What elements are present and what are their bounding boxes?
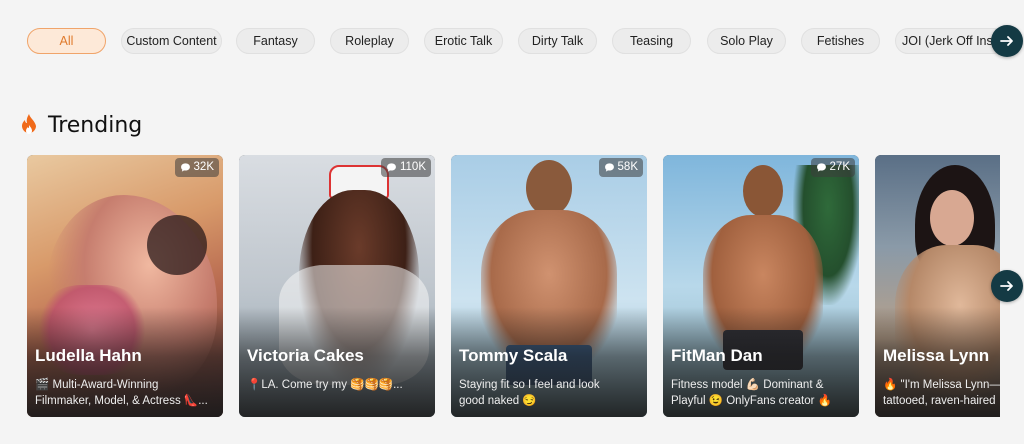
creator-card[interactable]: 32K Ludella Hahn 🎬 Multi-Award-Winning F… (27, 155, 223, 417)
message-count: 110K (380, 158, 431, 177)
chat-bubble-icon (816, 163, 826, 172)
page: All Custom Content Fantasy Roleplay Erot… (0, 0, 1024, 444)
fire-icon (22, 114, 36, 134)
chips-scroll-right-button[interactable] (991, 25, 1023, 57)
count-label: 32K (193, 161, 214, 173)
creator-name: Melissa Lynn (883, 346, 990, 365)
bio-line: Staying fit so I feel and look (459, 379, 600, 391)
count-label: 58K (617, 161, 638, 173)
bio-line: Fitness model 💪🏻 Dominant & (671, 379, 824, 391)
chip-roleplay[interactable]: Roleplay (330, 28, 409, 54)
chip-fetishes[interactable]: Fetishes (801, 28, 880, 54)
creator-bio: 📍LA. Come try my 🥞🥞🥞... (247, 377, 427, 393)
count-label: 110K (399, 161, 426, 173)
message-count: 58K (598, 158, 643, 177)
bio-line: 🎬 Multi-Award-Winning (35, 379, 159, 391)
chip-joi[interactable]: JOI (Jerk Off Inst (895, 28, 1000, 54)
chat-bubble-icon (604, 163, 614, 172)
carousel-scroll-right-button[interactable] (991, 270, 1023, 302)
chip-dirty-talk[interactable]: Dirty Talk (518, 28, 597, 54)
creator-bio: Fitness model 💪🏻 Dominant & Playful 😉 On… (671, 377, 851, 409)
trending-heading: Trending (18, 111, 142, 139)
arrow-right-icon (1000, 36, 1013, 46)
section-title: Trending (48, 112, 143, 138)
count-label: 27K (829, 161, 850, 173)
bio-line: Playful 😉 OnlyFans creator 🔥 (671, 395, 832, 407)
arrow-right-icon (1000, 281, 1013, 291)
creator-bio: Staying fit so I feel and look good nake… (459, 377, 639, 409)
creator-name: Ludella Hahn (35, 346, 142, 365)
chat-bubble-icon (180, 163, 190, 172)
creator-card[interactable]: 58K Tommy Scala Staying fit so I feel an… (451, 155, 647, 417)
creator-name: Victoria Cakes (247, 346, 364, 365)
category-chips: All Custom Content Fantasy Roleplay Erot… (0, 28, 1000, 54)
creator-name: FitMan Dan (671, 346, 763, 365)
creator-card[interactable]: 27K FitMan Dan Fitness model 💪🏻 Dominant… (663, 155, 859, 417)
bio-line: Filmmaker, Model, & Actress 👠... (35, 395, 208, 407)
bio-line: tattooed, raven-haired (883, 395, 996, 407)
creator-card[interactable]: Melissa Lynn 🔥 "I'm Melissa Lynn— tattoo… (875, 155, 1000, 417)
creator-bio: 🎬 Multi-Award-Winning Filmmaker, Model, … (35, 377, 215, 409)
bio-line: good naked 😏 (459, 395, 537, 407)
trending-carousel: 32K Ludella Hahn 🎬 Multi-Award-Winning F… (27, 155, 1000, 418)
message-count: 32K (174, 158, 219, 177)
creator-card[interactable]: 110K Victoria Cakes 📍LA. Come try my 🥞🥞🥞… (239, 155, 435, 417)
chip-all[interactable]: All (27, 28, 106, 54)
chip-fantasy[interactable]: Fantasy (236, 28, 315, 54)
chip-solo-play[interactable]: Solo Play (707, 28, 786, 54)
chat-bubble-icon (387, 163, 396, 172)
chip-teasing[interactable]: Teasing (612, 28, 691, 54)
bio-line: 📍LA. Come try my 🥞🥞🥞... (247, 379, 403, 391)
chip-erotic-talk[interactable]: Erotic Talk (424, 28, 503, 54)
creator-bio: 🔥 "I'm Melissa Lynn— tattooed, raven-hai… (883, 377, 1000, 409)
creator-name: Tommy Scala (459, 346, 568, 365)
chip-custom-content[interactable]: Custom Content (121, 28, 222, 54)
message-count: 27K (810, 158, 855, 177)
bio-line: 🔥 "I'm Melissa Lynn— (883, 379, 1000, 391)
